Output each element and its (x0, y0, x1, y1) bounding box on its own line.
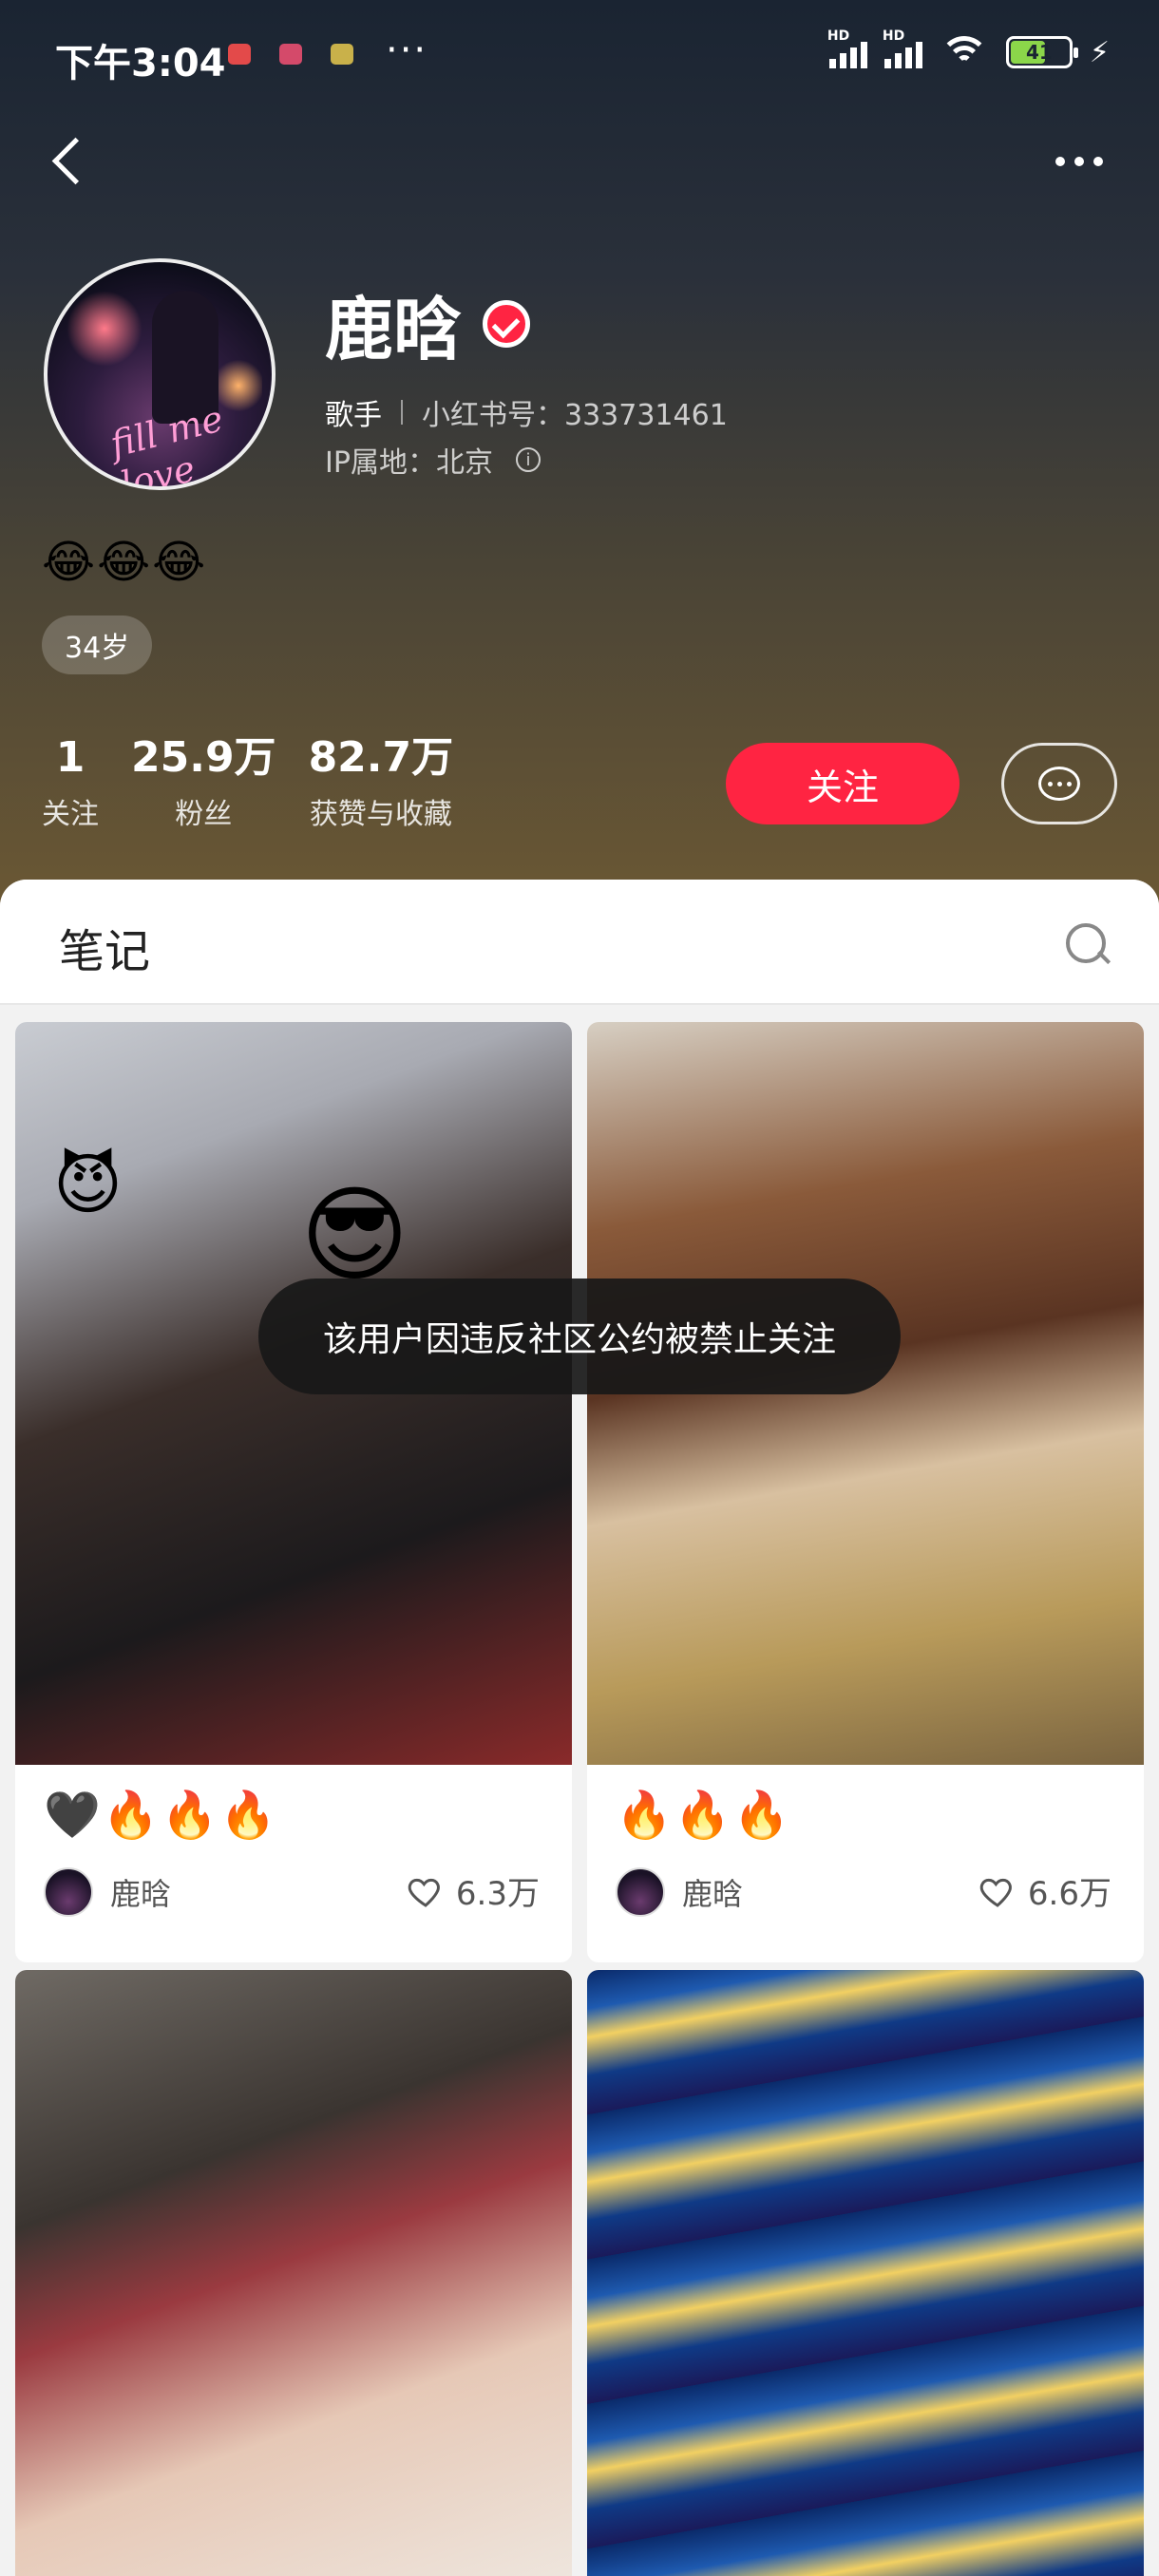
follow-button[interactable]: 关注 (726, 743, 960, 824)
notes-tab-bar: 笔记 (0, 880, 1159, 1005)
status-indicators: HD HD 41 ⚡ (827, 28, 1110, 70)
search-icon[interactable] (1060, 918, 1113, 971)
avatar[interactable]: fill me love (44, 258, 276, 490)
stat-followers[interactable]: 25.9万 粉丝 (131, 729, 276, 832)
note-like-button[interactable]: 6.3万 (407, 1867, 540, 1914)
status-time: 下午3:04 (55, 42, 226, 85)
info-icon[interactable]: i (515, 447, 541, 472)
avatar (616, 1867, 665, 1917)
note-author-name: 鹿晗 (110, 1876, 172, 1912)
note-title: 🖤🔥🔥🔥 (44, 1789, 279, 1842)
note-author-name: 鹿晗 (682, 1876, 744, 1912)
profile-bio: 😂😂😂 (42, 536, 208, 589)
back-button[interactable] (42, 133, 99, 190)
stat-followers-label: 粉丝 (175, 798, 233, 831)
profile-job: 歌手 (325, 399, 382, 432)
avatar (44, 1867, 93, 1917)
tab-notes[interactable]: 笔记 (59, 914, 150, 980)
note-author[interactable]: 鹿晗 (616, 1867, 743, 1917)
note-cover-image (587, 1970, 1144, 2576)
profile-id[interactable]: 小红书号：333731461 (422, 391, 728, 433)
app-notification-icon (331, 44, 353, 65)
note-title: 🔥🔥🔥 (616, 1789, 792, 1842)
profile-name-row: 鹿晗 (325, 274, 531, 373)
battery-icon: 41 (1005, 36, 1078, 68)
ip-location: IP属地：北京 i (325, 439, 541, 481)
stat-following-count: 1 (55, 733, 86, 782)
note-like-button[interactable]: 6.6万 (978, 1867, 1112, 1914)
note-card[interactable] (587, 1970, 1144, 2576)
note-card[interactable] (15, 1970, 572, 2576)
stat-likes-count: 82.7万 (308, 733, 454, 782)
stat-likes-label: 获赞与收藏 (309, 798, 452, 831)
app-notification-icon (279, 44, 302, 65)
age-tag: 34岁 (42, 616, 153, 674)
heart-icon (978, 1872, 1016, 1910)
stat-likes-collections[interactable]: 82.7万 获赞与收藏 (309, 729, 454, 832)
signal-icon: HD (827, 28, 867, 68)
profile-meta: 歌手 小红书号：333731461 (325, 391, 728, 433)
signal-icon: HD (883, 28, 922, 68)
note-like-count: 6.3万 (455, 1875, 540, 1913)
note-card[interactable]: 🔥🔥🔥 鹿晗 6.6万 (587, 1022, 1144, 1962)
meta-divider (401, 400, 403, 425)
more-options-button[interactable] (1041, 142, 1117, 180)
profile-stats: 1 关注 25.9万 粉丝 82.7万 获赞与收藏 (42, 729, 485, 832)
verified-check-icon (483, 299, 531, 348)
note-sticker: 😎 (300, 1174, 409, 1296)
note-author[interactable]: 鹿晗 (44, 1867, 171, 1917)
stat-following[interactable]: 1 关注 (42, 729, 99, 832)
stat-followers-count: 25.9万 (131, 733, 276, 782)
toast-message: 该用户因违反社区公约被禁止关注 (258, 1279, 901, 1394)
notes-panel: 笔记 😈 😎 🖤🔥🔥🔥 鹿晗 6.3万 🔥🔥🔥 鹿晗 6.6万 (0, 880, 1159, 2576)
heart-icon (407, 1872, 445, 1910)
charging-icon: ⚡ (1089, 35, 1110, 69)
note-like-count: 6.6万 (1027, 1875, 1112, 1913)
ip-location-text: IP属地：北京 (325, 446, 493, 480)
wifi-icon (939, 34, 989, 70)
profile-name: 鹿晗 (325, 290, 463, 369)
message-button[interactable] (1001, 743, 1117, 824)
note-card[interactable]: 😈 😎 🖤🔥🔥🔥 鹿晗 6.3万 (15, 1022, 572, 1962)
app-notification-icon (228, 44, 251, 65)
stat-following-label: 关注 (42, 798, 99, 831)
status-app-icons (228, 44, 353, 65)
note-sticker: 😈 (53, 1146, 123, 1223)
status-more-icon: ··· (386, 28, 428, 72)
chat-bubble-icon (1038, 767, 1080, 801)
status-bar: 下午3:04 ··· HD HD 41 ⚡ (0, 0, 1159, 114)
note-cover-image (15, 1970, 572, 2576)
